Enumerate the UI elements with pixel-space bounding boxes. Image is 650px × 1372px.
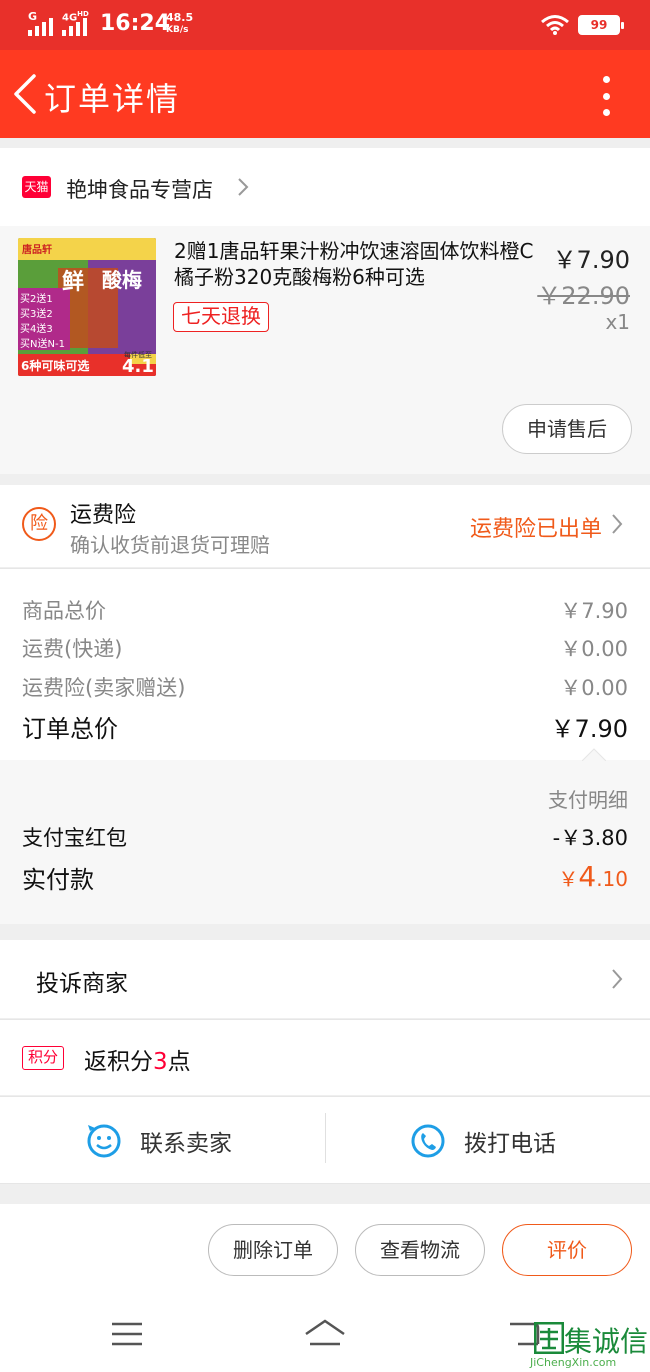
contact-bar: 联系卖家 拨打电话 bbox=[0, 1096, 650, 1184]
signal-icon-sim1: G bbox=[28, 10, 53, 36]
apply-after-sale-button[interactable]: 申请售后 bbox=[502, 404, 632, 454]
insurance-subtitle: 确认收货前退货可理赔 bbox=[70, 533, 270, 557]
sim1-label: G bbox=[28, 10, 38, 23]
page-title: 订单详情 bbox=[44, 80, 181, 118]
network-speed: 48.5 KB/s bbox=[166, 11, 194, 36]
menu-icon[interactable] bbox=[112, 1322, 142, 1346]
signal-icon-sim2: 4GHD bbox=[62, 10, 89, 36]
caret-up-icon bbox=[582, 748, 606, 761]
sim2-label: 4GHD bbox=[62, 10, 89, 24]
product-item[interactable]: 唐品轩 鲜 酸梅 买2送1 买3送2 买4送3 买N送N-1 6种可味可选 每件… bbox=[0, 226, 650, 474]
payment-detail-label[interactable]: 支付明细 bbox=[548, 784, 628, 813]
home-icon[interactable] bbox=[304, 1318, 346, 1348]
complain-seller-row[interactable]: 投诉商家 bbox=[0, 940, 650, 1018]
product-thumbnail[interactable]: 唐品轩 鲜 酸梅 买2送1 买3送2 买4送3 买N送N-1 6种可味可选 每件… bbox=[18, 238, 156, 376]
watermark-text: 集诚信 bbox=[564, 1325, 649, 1358]
battery-icon: 99 bbox=[578, 15, 624, 35]
actual-payment-value: ￥4.10 bbox=[558, 860, 628, 893]
shipping-insurance-row[interactable]: 险 运费险 确认收货前退货可理赔 运费险已出单 bbox=[0, 485, 650, 567]
product-name[interactable]: 2赠1唐品轩果汁粉冲饮速溶固体饮料橙C橘子粉320克酸梅粉6种可选 bbox=[174, 238, 534, 290]
chat-smile-icon bbox=[87, 1124, 121, 1158]
chevron-right-icon bbox=[238, 178, 249, 196]
order-total-row: 订单总价 ￥7.90 bbox=[22, 715, 628, 743]
view-logistics-button[interactable]: 查看物流 bbox=[355, 1224, 485, 1276]
chevron-right-icon bbox=[612, 969, 623, 989]
points-text: 返积分3点 bbox=[84, 1049, 191, 1075]
delete-order-button[interactable]: 删除订单 bbox=[208, 1224, 338, 1276]
watermark-icon bbox=[534, 1322, 564, 1354]
call-phone-button[interactable]: 拨打电话 bbox=[410, 1097, 556, 1185]
price-row-goods: 商品总价 ￥7.90 bbox=[22, 599, 628, 623]
vertical-ellipsis-icon[interactable] bbox=[594, 76, 618, 116]
order-actions: 删除订单 查看物流 评价 bbox=[0, 1204, 650, 1296]
status-bar: G 4GHD 16:24 48.5 KB/s 99 bbox=[0, 0, 650, 50]
header-bar: 订单详情 bbox=[0, 50, 650, 138]
clock: 16:24 bbox=[100, 11, 171, 36]
chevron-left-icon[interactable] bbox=[8, 72, 44, 116]
insurance-icon: 险 bbox=[22, 507, 56, 541]
divider bbox=[325, 1113, 326, 1163]
watermark-logo: 集诚信 JiChengXin.com bbox=[530, 1318, 648, 1370]
product-original-price: ￥22.90 bbox=[537, 282, 630, 310]
complain-seller-label: 投诉商家 bbox=[36, 971, 128, 997]
insurance-title: 运费险 bbox=[70, 503, 137, 528]
price-row-insurance: 运费险(卖家赠送) ￥0.00 bbox=[22, 676, 628, 700]
review-button[interactable]: 评价 bbox=[502, 1224, 632, 1276]
product-quantity: x1 bbox=[605, 310, 630, 334]
chevron-right-icon bbox=[612, 514, 623, 534]
price-row-shipping: 运费(快递) ￥0.00 bbox=[22, 637, 628, 661]
store-row[interactable]: 天猫 艳坤食品专营店 bbox=[0, 148, 650, 226]
product-price: ￥7.90 bbox=[552, 246, 630, 274]
phone-icon bbox=[411, 1124, 445, 1158]
call-phone-label: 拨打电话 bbox=[464, 1131, 556, 1157]
seven-day-return-tag: 七天退换 bbox=[173, 302, 269, 332]
contact-seller-button[interactable]: 联系卖家 bbox=[86, 1097, 232, 1185]
contact-seller-label: 联系卖家 bbox=[140, 1131, 232, 1157]
tmall-badge: 天猫 bbox=[22, 176, 51, 198]
points-row: 积分 返积分3点 bbox=[0, 1019, 650, 1095]
payment-detail: 支付明细 支付宝红包 -￥3.80 实付款 ￥4.10 bbox=[0, 748, 650, 924]
insurance-status: 运费险已出单 bbox=[469, 517, 602, 542]
price-summary: 商品总价 ￥7.90 运费(快递) ￥0.00 运费险(卖家赠送) ￥0.00 … bbox=[0, 568, 650, 760]
wifi-icon bbox=[541, 15, 569, 35]
watermark-subtext: JiChengXin.com bbox=[530, 1356, 617, 1369]
points-badge: 积分 bbox=[22, 1046, 64, 1070]
store-name[interactable]: 艳坤食品专营店 bbox=[66, 174, 213, 204]
